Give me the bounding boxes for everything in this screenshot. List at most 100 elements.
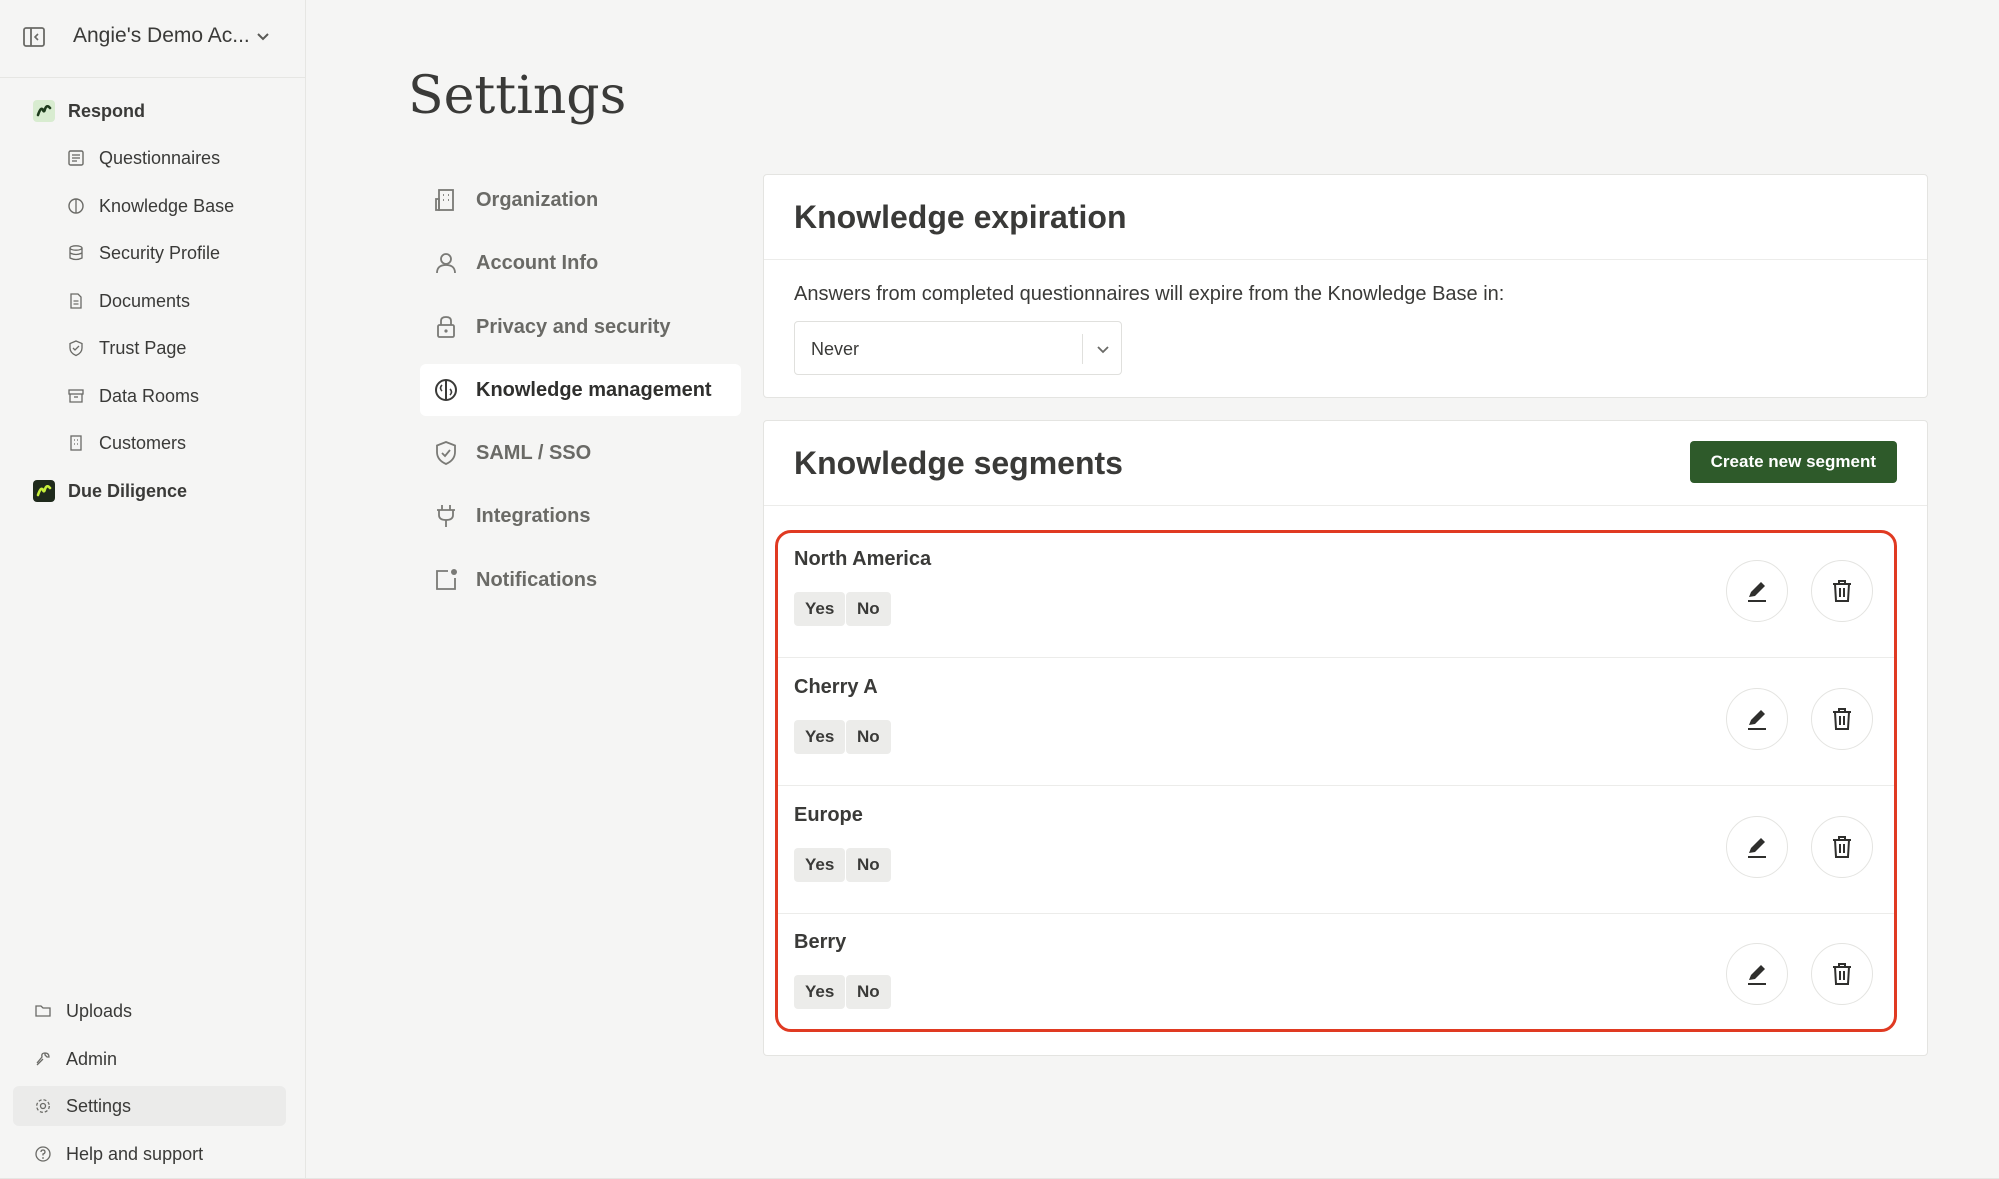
- user-icon: [432, 249, 460, 277]
- sidebar-item-label: Data Rooms: [99, 385, 200, 406]
- select-value: Never: [811, 339, 860, 359]
- card-header: Knowledge expiration: [764, 175, 1927, 260]
- yes-chip: Yes: [794, 592, 846, 626]
- sidebar-item-label: Due Diligence: [68, 480, 188, 501]
- settings-menu-label: Integrations: [476, 504, 591, 527]
- sidebar-toggle-icon[interactable]: [22, 26, 46, 48]
- settings-menu-label: SAML / SSO: [476, 441, 592, 464]
- sidebar-item-label: Questionnaires: [99, 147, 221, 168]
- settings-menu-label: Organization: [476, 188, 599, 211]
- settings-menu-saml-sso[interactable]: SAML / SSO: [420, 427, 741, 479]
- edit-button[interactable]: [1726, 688, 1788, 750]
- trash-icon: [1833, 708, 1851, 730]
- gear-icon: [33, 1096, 53, 1116]
- settings-menu-label: Privacy and security: [476, 315, 671, 338]
- settings-menu-organization[interactable]: Organization: [420, 174, 741, 226]
- sidebar: Angie's Demo Ac... Respond Questionnaire…: [0, 0, 306, 1179]
- sidebar-item-label: Respond: [68, 100, 146, 121]
- sidebar-item-label: Knowledge Base: [99, 195, 235, 216]
- edit-button[interactable]: [1726, 560, 1788, 622]
- account-switcher[interactable]: Angie's Demo Ac...: [0, 0, 306, 78]
- notification-icon: [432, 566, 460, 594]
- building-icon: [66, 433, 86, 453]
- create-segment-button[interactable]: Create new segment: [1689, 441, 1897, 483]
- page-title: Settings: [408, 66, 627, 126]
- delete-button[interactable]: [1811, 560, 1873, 622]
- sidebar-item-label: Trust Page: [99, 337, 187, 358]
- settings-menu-label: Knowledge management: [476, 378, 712, 401]
- yes-chip: Yes: [794, 720, 846, 754]
- sidebar-item-settings[interactable]: Settings: [13, 1086, 286, 1126]
- trash-icon: [1833, 580, 1851, 602]
- sidebar-item-help[interactable]: Help and support: [33, 1134, 203, 1174]
- settings-menu-privacy[interactable]: Privacy and security: [420, 301, 741, 353]
- due-diligence-logo-icon: [33, 480, 55, 502]
- select-separator: [1082, 334, 1083, 364]
- no-chip: No: [846, 975, 891, 1009]
- delete-button[interactable]: [1811, 816, 1873, 878]
- sidebar-item-label: Uploads: [66, 1000, 133, 1021]
- sidebar-item-due-diligence[interactable]: Due Diligence: [33, 471, 187, 511]
- segment-name: North America: [794, 548, 932, 570]
- database-icon: [66, 243, 86, 263]
- segment-row: Europe Yes No: [775, 786, 1897, 914]
- delete-button[interactable]: [1811, 943, 1873, 1005]
- sidebar-item-knowledge-base[interactable]: Knowledge Base: [66, 186, 234, 226]
- segment-row: Berry Yes No: [775, 913, 1897, 1041]
- brain-icon: [432, 376, 460, 404]
- expiration-description: Answers from completed questionnaires wi…: [794, 283, 1505, 305]
- sidebar-item-questionnaires[interactable]: Questionnaires: [66, 138, 220, 178]
- sidebar-item-documents[interactable]: Documents: [66, 281, 190, 321]
- sidebar-item-security-profile[interactable]: Security Profile: [66, 233, 220, 273]
- pencil-icon: [1748, 582, 1766, 602]
- help-icon: [33, 1144, 53, 1164]
- settings-menu-label: Account Info: [476, 251, 599, 274]
- sidebar-item-label: Security Profile: [99, 242, 221, 263]
- settings-menu-account-info[interactable]: Account Info: [420, 237, 741, 289]
- settings-menu-notifications[interactable]: Notifications: [420, 554, 741, 606]
- account-name: Angie's Demo Ac...: [73, 24, 250, 47]
- no-chip: No: [846, 592, 891, 626]
- sidebar-item-respond[interactable]: Respond: [33, 91, 145, 131]
- shield-check-icon: [432, 439, 460, 467]
- trash-icon: [1833, 836, 1851, 858]
- building-icon: [432, 186, 460, 214]
- sidebar-item-uploads[interactable]: Uploads: [33, 991, 132, 1031]
- no-chip: No: [846, 720, 891, 754]
- sidebar-item-data-rooms[interactable]: Data Rooms: [66, 376, 199, 416]
- archive-icon: [66, 386, 86, 406]
- wrench-icon: [33, 1049, 53, 1069]
- card-title: Knowledge segments: [794, 445, 1123, 481]
- card-title: Knowledge expiration: [794, 199, 1127, 235]
- card-header: Knowledge segments Create new segment: [764, 421, 1927, 506]
- segment-row: North America Yes No: [775, 530, 1897, 658]
- segment-name: Europe: [794, 804, 863, 826]
- settings-menu-label: Notifications: [476, 568, 598, 591]
- edit-button[interactable]: [1726, 943, 1788, 1005]
- respond-logo-icon: [33, 100, 55, 122]
- sidebar-item-label: Admin: [66, 1048, 118, 1069]
- settings-menu-knowledge-management[interactable]: Knowledge management: [420, 364, 741, 416]
- chevron-down-icon[interactable]: [1095, 341, 1111, 357]
- yes-chip: Yes: [794, 848, 846, 882]
- sidebar-item-customers[interactable]: Customers: [66, 423, 186, 463]
- segment-name: Berry: [794, 931, 847, 953]
- pencil-icon: [1748, 838, 1766, 858]
- expiration-select[interactable]: Never: [794, 321, 1122, 375]
- document-icon: [66, 291, 86, 311]
- pencil-icon: [1748, 710, 1766, 730]
- no-chip: No: [846, 848, 891, 882]
- delete-button[interactable]: [1811, 688, 1873, 750]
- knowledge-expiration-card: Knowledge expiration Answers from comple…: [763, 174, 1928, 398]
- segment-row: Cherry A Yes No: [775, 658, 1897, 786]
- segment-name: Cherry A: [794, 676, 878, 698]
- sidebar-item-label: Help and support: [66, 1143, 204, 1164]
- yes-chip: Yes: [794, 975, 846, 1009]
- edit-button[interactable]: [1726, 816, 1788, 878]
- sidebar-item-label: Customers: [99, 432, 187, 453]
- sidebar-item-admin[interactable]: Admin: [33, 1039, 117, 1079]
- sidebar-item-trust-page[interactable]: Trust Page: [66, 328, 186, 368]
- settings-menu-integrations[interactable]: Integrations: [420, 490, 741, 542]
- brain-icon: [66, 196, 86, 216]
- plug-icon: [432, 502, 460, 530]
